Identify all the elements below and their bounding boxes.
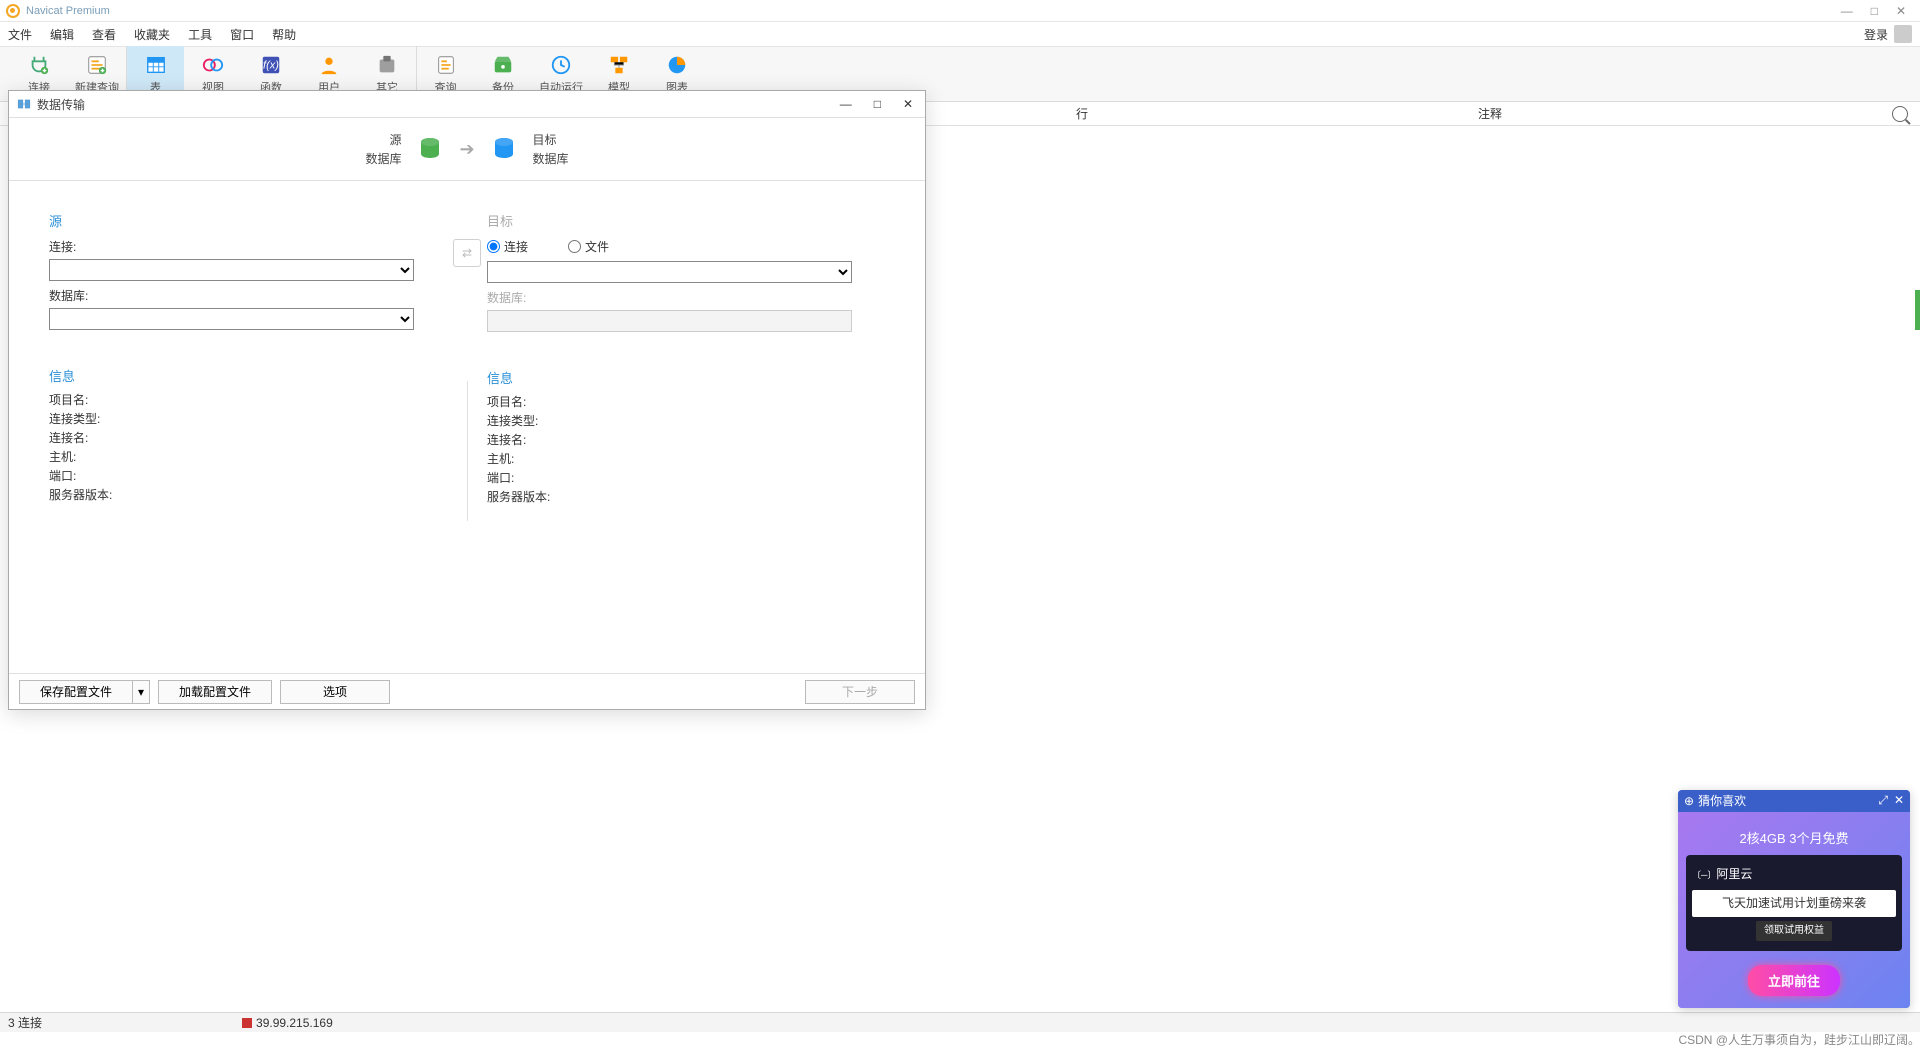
user-icon [318,54,340,76]
query2-icon [435,54,457,76]
backup-icon [492,54,514,76]
info-connname: 连接名: [49,429,447,446]
status-conn: 3 连接 [8,1014,42,1031]
menu-edit[interactable]: 编辑 [50,26,74,43]
arrow-icon: ➔ [459,139,474,160]
avatar-icon[interactable] [1894,25,1912,43]
tinfo-version: 服务器版本: [487,488,885,505]
ad-header: 猜你喜欢 [1698,792,1746,809]
tinfo-conntype: 连接类型: [487,412,885,429]
chart-icon [666,54,688,76]
menu-view[interactable]: 查看 [92,26,116,43]
tinfo-project: 项目名: [487,393,885,410]
ad-banner[interactable]: 〔─〕阿里云 飞天加速试用计划重磅来袭 领取试用权益 [1686,855,1902,951]
tinfo-host: 主机: [487,450,885,467]
src-conn-select[interactable] [49,259,414,281]
menu-window[interactable]: 窗口 [230,26,254,43]
col-row: 行 [1076,105,1088,122]
ad-popup: ⊕ 猜你喜欢 ⤢ ✕ 2核4GB 3个月免费 〔─〕阿里云 飞天加速试用计划重磅… [1678,790,1910,1008]
dialog-maximize[interactable]: □ [874,97,881,111]
tinfo-port: 端口: [487,469,885,486]
dialog-footer: 保存配置文件 ▾ 加载配置文件 选项 下一步 [9,673,925,709]
target-info: 信息 项目名: 连接类型: 连接名: 主机: 端口: 服务器版本: [487,368,885,505]
minimize-button[interactable]: — [1841,4,1853,18]
info-host: 主机: [49,448,447,465]
radio-file[interactable]: 文件 [568,238,609,255]
tgt-conn-select[interactable] [487,261,852,283]
search-icon[interactable] [1892,106,1908,122]
database-green-icon [417,137,443,161]
maximize-button[interactable]: □ [1871,4,1878,18]
svg-text:f(x): f(x) [263,59,279,71]
source-info: 信息 项目名: 连接类型: 连接名: 主机: 端口: 服务器版本: [49,366,447,503]
status-ip: 39.99.215.169 [256,1016,333,1030]
ad-expand[interactable]: ⤢ [1878,793,1888,808]
database-blue-icon [491,137,517,161]
transfer-icon [17,97,31,111]
side-indicator [1915,290,1920,330]
source-panel: 源 连接: 数据库: 信息 项目名: 连接类型: 连接名: 主机: 端口: 服务… [49,211,447,663]
server-icon [242,1018,252,1028]
src-db-label: 数据库: [49,287,447,304]
load-profile-button[interactable]: 加载配置文件 [158,680,272,704]
tgt-db-label: 数据库: [487,289,885,306]
info-header-tgt: 信息 [487,368,885,387]
info-version: 服务器版本: [49,486,447,503]
app-logo-icon [6,4,20,18]
status-bar: 3 连接 39.99.215.169 [0,1012,1920,1032]
menubar: 文件 编辑 查看 收藏夹 工具 窗口 帮助 登录 [0,22,1920,46]
menu-help[interactable]: 帮助 [272,26,296,43]
tgt-db-select [487,310,852,332]
app-title: Navicat Premium [26,5,110,17]
info-conntype: 连接类型: [49,410,447,427]
info-port: 端口: [49,467,447,484]
query-icon [86,54,108,76]
plug-icon [28,54,50,76]
model-icon [608,54,630,76]
source-header: 源 [49,211,447,230]
ad-plus-icon: ⊕ [1684,794,1694,808]
menu-file[interactable]: 文件 [8,26,32,43]
close-button[interactable]: ✕ [1896,4,1906,18]
ad-close[interactable]: ✕ [1894,793,1904,808]
target-panel: 目标 连接 文件 数据库: 信息 项目名: 连接类型: 连接名: 主机: 端口:… [447,211,885,663]
info-project: 项目名: [49,391,447,408]
radio-conn[interactable]: 连接 [487,238,528,255]
src-db-select[interactable] [49,308,414,330]
ad-go-button[interactable]: 立即前往 [1748,965,1840,996]
flow-diagram: 源 数据库 ➔ 目标 数据库 [9,117,925,181]
ad-title: 2核4GB 3个月免费 [1686,828,1902,847]
dialog-title: 数据传输 [37,96,85,113]
data-transfer-dialog: 数据传输 — □ ✕ 源 数据库 ➔ 目标 数据库 源 连接: 数据库: 信息 [8,90,926,710]
fx-icon: f(x) [260,54,282,76]
target-header: 目标 [487,211,885,230]
save-profile-dropdown[interactable]: ▾ [132,680,150,704]
swap-button[interactable]: ⇄ [453,239,481,267]
flow-src-top: 源 [389,131,401,148]
dialog-titlebar: 数据传输 — □ ✕ [9,91,925,117]
flow-tgt-top: 目标 [533,131,557,148]
col-comment: 注释 [1478,105,1502,122]
table-icon [145,54,167,76]
titlebar: Navicat Premium — □ ✕ [0,0,1920,22]
other-icon [376,54,398,76]
auto-icon [550,54,572,76]
view-icon [202,54,224,76]
info-header: 信息 [49,366,447,385]
dialog-close[interactable]: ✕ [903,97,913,111]
save-profile-button[interactable]: 保存配置文件 [19,680,132,704]
vertical-divider [467,381,468,521]
login-link[interactable]: 登录 [1864,26,1888,43]
csdn-watermark: CSDN @人生万事须自为，跬步江山即辽阔。 [1678,1031,1920,1048]
flow-tgt-bot: 数据库 [533,150,569,167]
menu-favorites[interactable]: 收藏夹 [134,26,170,43]
src-conn-label: 连接: [49,238,447,255]
window-controls: — □ ✕ [1841,4,1914,18]
flow-src-bot: 数据库 [365,150,401,167]
options-button[interactable]: 选项 [280,680,390,704]
tinfo-connname: 连接名: [487,431,885,448]
dialog-minimize[interactable]: — [840,97,852,111]
menu-tools[interactable]: 工具 [188,26,212,43]
next-button: 下一步 [805,680,915,704]
